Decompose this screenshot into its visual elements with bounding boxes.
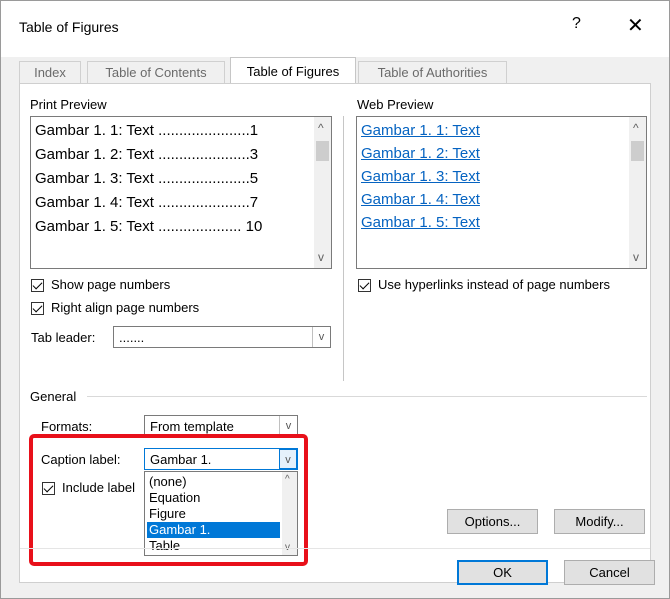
options-button[interactable]: Options... <box>447 509 538 534</box>
table-of-figures-dialog: Table of Figures ? ✕ Index Table of Cont… <box>0 0 670 599</box>
title-bar: Table of Figures ? ✕ <box>1 1 669 57</box>
chevron-down-icon[interactable]: v <box>279 416 297 436</box>
formats-label: Formats: <box>41 419 93 434</box>
ok-button[interactable]: OK <box>457 560 548 585</box>
print-preview-box: Gambar 1. 1: Text ......................… <box>30 116 332 269</box>
print-preview-row: Gambar 1. 5: Text .................... 1… <box>35 218 263 235</box>
web-preview-label: Web Preview <box>357 97 434 112</box>
close-icon[interactable]: ✕ <box>627 13 644 38</box>
modify-button[interactable]: Modify... <box>554 509 645 534</box>
right-align-checkbox[interactable] <box>31 302 44 315</box>
dialog-title: Table of Figures <box>19 19 119 35</box>
footer-divider <box>20 548 650 549</box>
print-preview-row: Gambar 1. 3: Text ......................… <box>35 170 259 187</box>
tab-table-of-authorities[interactable]: Table of Authorities <box>358 61 507 84</box>
tab-leader-select[interactable]: ....... v <box>113 326 331 348</box>
use-hyperlinks-label[interactable]: Use hyperlinks instead of page numbers <box>378 277 610 292</box>
annotation-highlight-box <box>29 434 308 566</box>
scroll-down-icon[interactable]: v <box>318 250 324 264</box>
scroll-down-icon[interactable]: v <box>633 250 639 264</box>
web-preview-link[interactable]: Gambar 1. 3: Text <box>361 168 480 185</box>
use-hyperlinks-checkbox[interactable] <box>358 279 371 292</box>
scroll-thumb[interactable] <box>316 141 329 161</box>
show-page-numbers-checkbox[interactable] <box>31 279 44 292</box>
web-preview-box: Gambar 1. 1: Text Gambar 1. 2: Text Gamb… <box>356 116 647 269</box>
print-preview-label: Print Preview <box>30 97 107 112</box>
chevron-down-icon[interactable]: v <box>312 327 330 347</box>
tab-leader-value: ....... <box>119 330 145 345</box>
right-align-label[interactable]: Right align page numbers <box>51 300 199 315</box>
print-preview-row: Gambar 1. 2: Text ......................… <box>35 146 259 163</box>
scroll-thumb[interactable] <box>631 141 644 161</box>
tab-table-of-figures[interactable]: Table of Figures <box>230 57 356 85</box>
web-preview-link[interactable]: Gambar 1. 4: Text <box>361 191 480 208</box>
web-preview-link[interactable]: Gambar 1. 1: Text <box>361 122 480 139</box>
print-preview-scrollbar[interactable]: ^ v <box>314 117 331 268</box>
print-preview-row: Gambar 1. 1: Text ......................… <box>35 122 259 139</box>
tab-leader-label: Tab leader: <box>31 330 96 345</box>
tab-table-of-contents[interactable]: Table of Contents <box>87 61 225 84</box>
show-page-numbers-label[interactable]: Show page numbers <box>51 277 170 292</box>
general-divider <box>87 396 647 397</box>
scroll-up-icon[interactable]: ^ <box>318 121 324 135</box>
preview-divider <box>343 116 344 381</box>
web-preview-scrollbar[interactable]: ^ v <box>629 117 646 268</box>
formats-value: From template <box>150 419 234 434</box>
help-icon[interactable]: ? <box>572 15 581 33</box>
print-preview-row: Gambar 1. 4: Text ......................… <box>35 194 259 211</box>
cancel-button[interactable]: Cancel <box>564 560 655 585</box>
general-section-label: General <box>30 389 77 404</box>
web-preview-link[interactable]: Gambar 1. 2: Text <box>361 145 480 162</box>
tab-index[interactable]: Index <box>19 61 81 84</box>
web-preview-link[interactable]: Gambar 1. 5: Text <box>361 214 480 231</box>
scroll-up-icon[interactable]: ^ <box>633 121 639 135</box>
